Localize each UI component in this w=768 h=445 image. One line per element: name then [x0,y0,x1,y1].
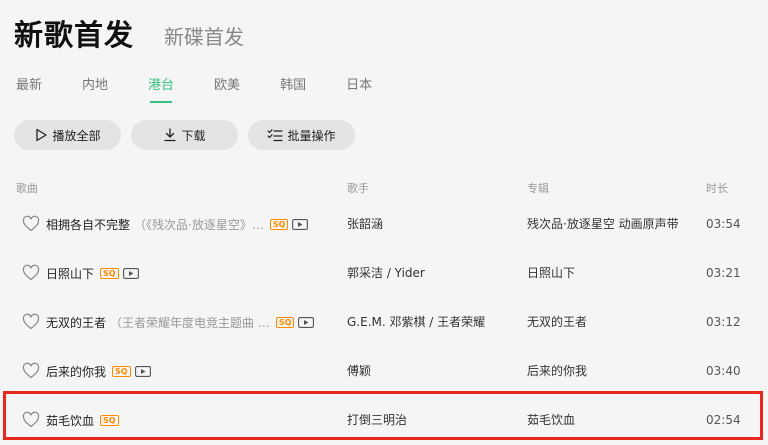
song-title-cell: 日照山下 SQ [46,249,336,298]
song-artist[interactable]: G.E.M. 邓紫棋 / 王者荣耀 [347,298,485,347]
song-title-cell: 相拥各自不完整 （《残次品·放逐星空》… SQ [46,200,336,249]
heart-icon[interactable] [22,313,40,331]
download-button[interactable]: 下载 [131,120,238,150]
page-title: 新歌首发 [14,18,135,52]
checklist-icon [267,128,284,142]
sq-badge: SQ [100,415,119,426]
song-list: 相拥各自不完整 （《残次品·放逐星空》… SQ 张韶涵 残次品·放逐星空 动画原… [0,200,768,445]
tab-latest[interactable]: 最新 [16,74,42,93]
song-title-cell: 后来的你我 SQ [46,347,336,396]
song-artist[interactable]: 打倒三明治 [347,396,407,445]
action-bar: 播放全部 下载 批量操作 [14,120,365,150]
song-title[interactable]: 相拥各自不完整 [46,216,130,233]
tab-mainland[interactable]: 内地 [82,74,108,93]
sq-badge: SQ [112,366,131,377]
song-title-cell: 茹毛饮血 SQ [46,396,336,445]
song-title[interactable]: 茹毛饮血 [46,412,94,429]
new-albums-link[interactable]: 新碟首发 [164,21,244,54]
heart-icon[interactable] [22,264,40,282]
column-header-artist: 歌手 [347,182,369,195]
play-icon [34,128,48,142]
song-note: （王者荣耀年度电竞主题曲 … [110,316,270,330]
heart-icon[interactable] [22,362,40,380]
mv-icon[interactable] [122,268,139,279]
song-duration: 03:12 [706,315,741,329]
mv-icon[interactable] [292,219,309,230]
song-title[interactable]: 无双的王者 [46,314,106,331]
song-row[interactable]: 无双的王者 （王者荣耀年度电竞主题曲 … SQ G.E.M. 邓紫棋 / 王者荣… [0,298,768,347]
song-row[interactable]: 茹毛饮血 SQ 打倒三明治 茹毛饮血 02:54 [0,396,768,445]
column-header-album: 专辑 [527,182,549,195]
song-title[interactable]: 日照山下 [46,265,94,282]
heart-icon[interactable] [22,215,40,233]
song-duration: 03:21 [706,266,741,280]
batch-operation-button[interactable]: 批量操作 [248,120,355,150]
download-icon [163,128,177,142]
song-album[interactable]: 茹毛饮血 [527,396,575,445]
sq-badge: SQ [275,317,295,328]
tab-western[interactable]: 欧美 [214,74,240,93]
song-artist[interactable]: 傅颖 [347,347,371,396]
song-album[interactable]: 日照山下 [527,249,575,298]
song-title[interactable]: 后来的你我 [46,363,106,380]
sq-badge: SQ [100,268,119,279]
song-title-cell: 无双的王者 （王者荣耀年度电竞主题曲 … SQ [46,298,336,347]
song-album[interactable]: 无双的王者 [527,298,587,347]
tab-hk-tw[interactable]: 港台 [148,74,174,93]
song-album[interactable]: 后来的你我 [527,347,587,396]
column-header-song: 歌曲 [16,182,38,195]
song-duration: 02:54 [706,413,741,427]
column-header-duration: 时长 [706,182,728,195]
song-duration: 03:40 [706,364,741,378]
sq-badge: SQ [269,219,289,230]
song-album[interactable]: 残次品·放逐星空 动画原声带 [527,200,679,249]
heart-icon[interactable] [22,411,40,429]
page-header: 新歌首发 新碟首发 [14,10,244,54]
tab-japan[interactable]: 日本 [346,74,372,93]
region-tabs: 最新 内地 港台 欧美 韩国 日本 [16,74,412,93]
song-artist[interactable]: 张韶涵 [347,200,383,249]
mv-icon[interactable] [298,317,315,328]
play-all-button[interactable]: 播放全部 [14,120,121,150]
song-note: （《残次品·放逐星空》… [134,218,264,232]
song-row[interactable]: 后来的你我 SQ 傅颖 后来的你我 03:40 [0,347,768,396]
tab-korea[interactable]: 韩国 [280,74,306,93]
play-all-label: 播放全部 [52,128,101,143]
song-artist[interactable]: 郭采洁 / Yider [347,249,425,298]
batch-operation-label: 批量操作 [287,128,336,143]
download-label: 下载 [181,128,206,143]
song-duration: 03:54 [706,217,741,231]
mv-icon[interactable] [134,366,151,377]
song-row[interactable]: 相拥各自不完整 （《残次品·放逐星空》… SQ 张韶涵 残次品·放逐星空 动画原… [0,200,768,249]
song-row[interactable]: 日照山下 SQ 郭采洁 / Yider 日照山下 03:21 [0,249,768,298]
